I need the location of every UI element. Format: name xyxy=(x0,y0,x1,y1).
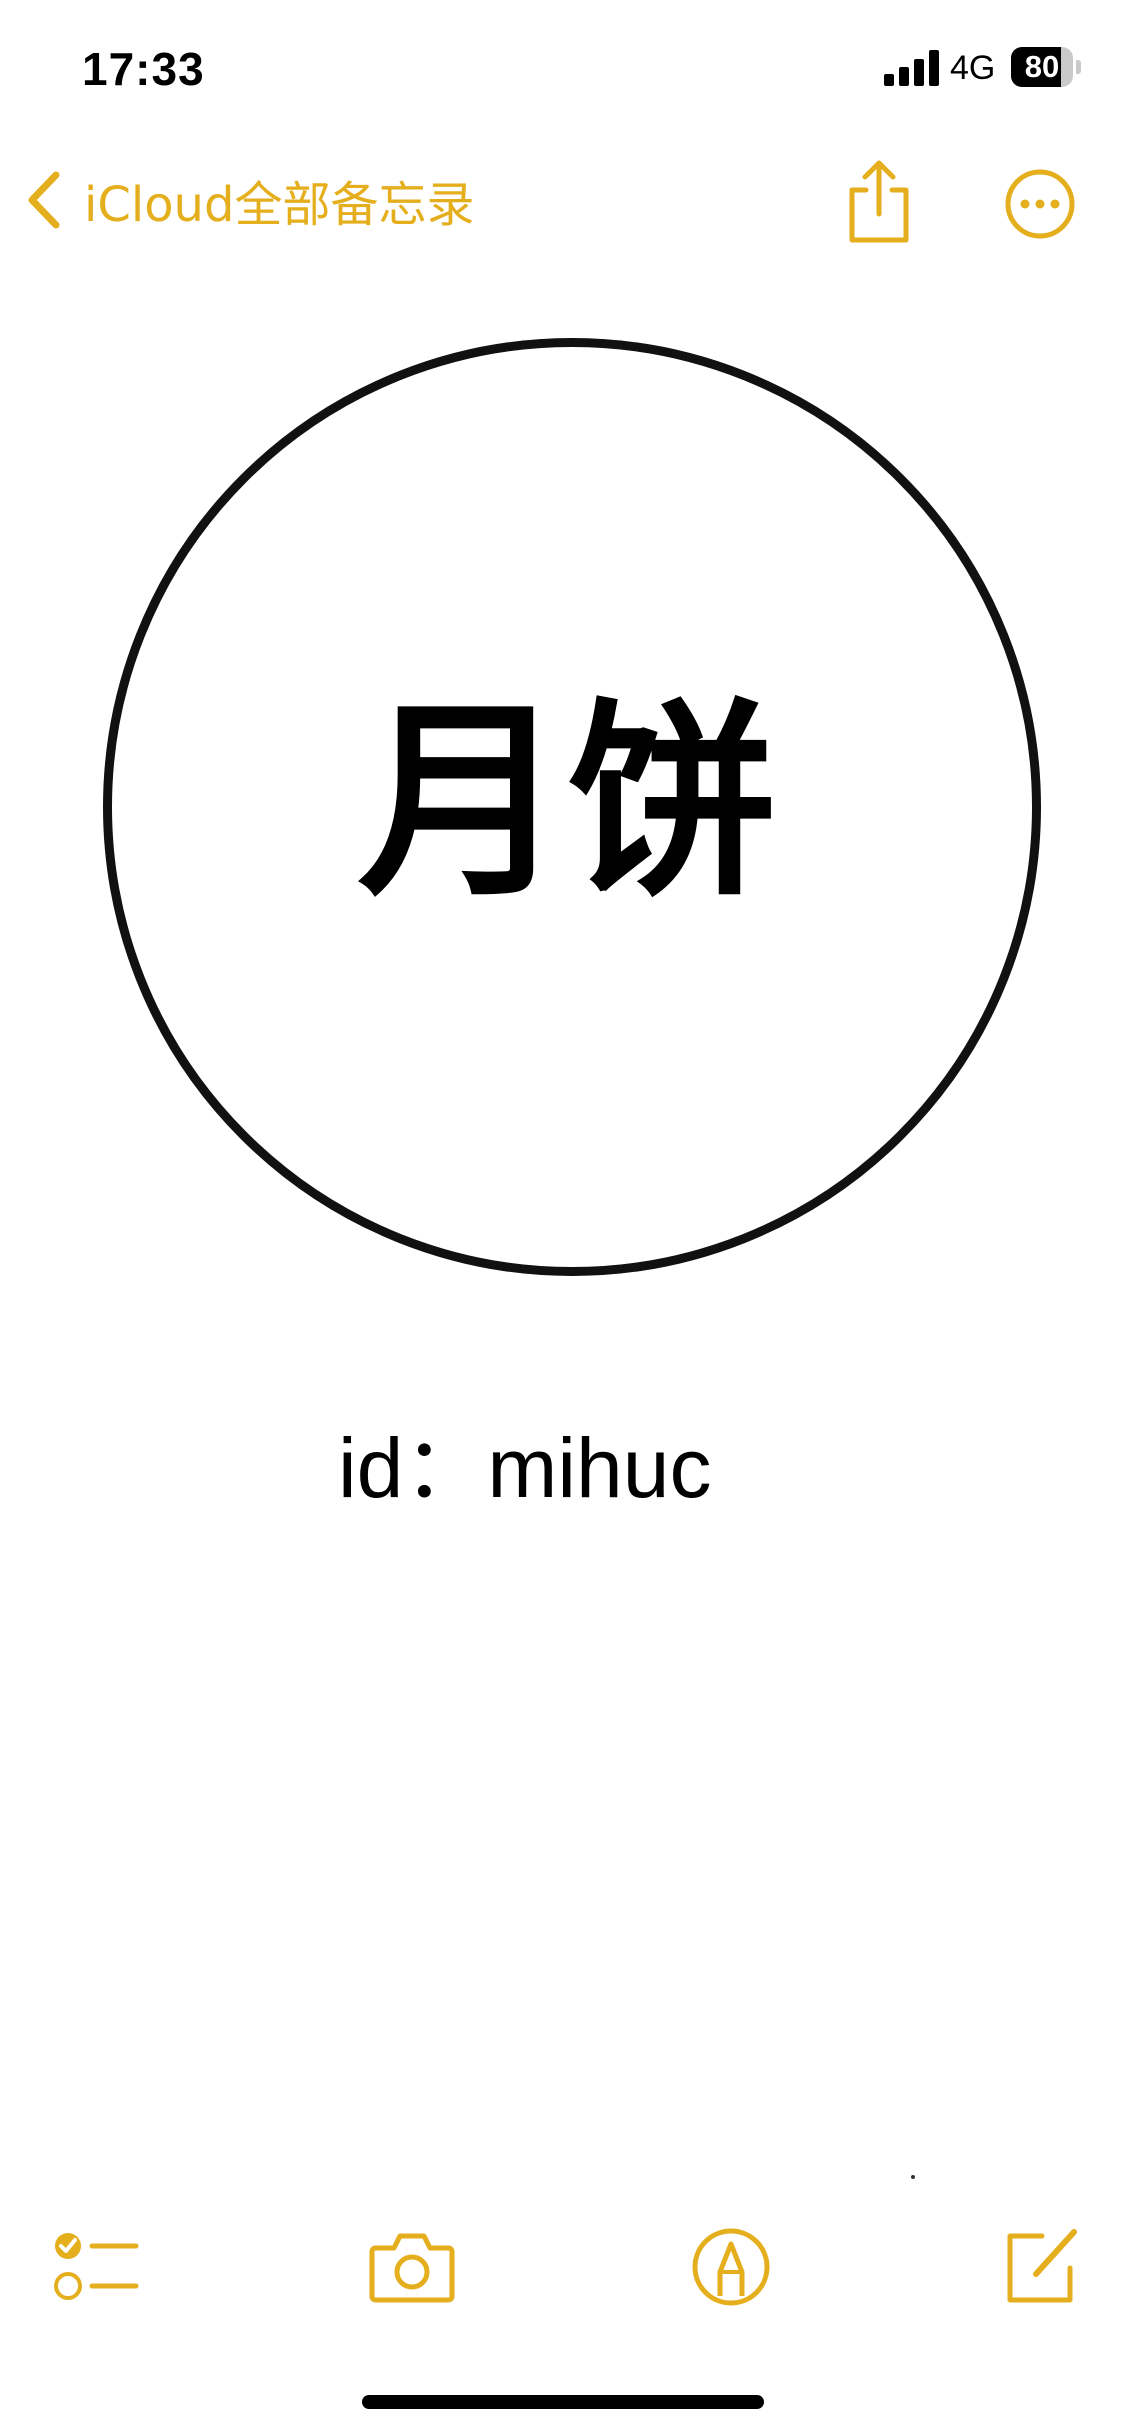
checklist-icon[interactable] xyxy=(50,2230,140,2304)
compose-icon[interactable] xyxy=(1000,2224,1082,2306)
back-label: iCloud全部备忘录 xyxy=(84,177,475,233)
note-title: 月饼 xyxy=(357,680,778,925)
cellular-signal-icon xyxy=(884,50,939,86)
back-button[interactable]: iCloud全部备忘录 xyxy=(22,164,474,236)
stray-dot xyxy=(911,2175,915,2179)
nav-bar: iCloud全部备忘录 xyxy=(0,140,1125,260)
note-id-text: id：mihuc xyxy=(338,1421,712,1515)
battery-level: 80 xyxy=(1024,49,1060,84)
bottom-toolbar xyxy=(0,2210,1125,2320)
markup-pen-icon[interactable] xyxy=(690,2226,772,2308)
camera-icon[interactable] xyxy=(368,2228,456,2304)
share-icon[interactable] xyxy=(842,158,916,246)
chevron-left-icon xyxy=(28,171,60,229)
status-bar: 17:33 4G 80 xyxy=(0,0,1125,130)
battery-icon: 80 xyxy=(1011,47,1081,87)
ellipsis-circle-icon[interactable] xyxy=(1004,168,1076,240)
status-time: 17:33 xyxy=(82,43,205,95)
network-type: 4G xyxy=(950,49,996,87)
home-indicator[interactable] xyxy=(362,2395,764,2409)
notes-screen: 17:33 4G 80 iCloud全部备忘录 月饼 id：mihuc xyxy=(0,0,1125,2436)
